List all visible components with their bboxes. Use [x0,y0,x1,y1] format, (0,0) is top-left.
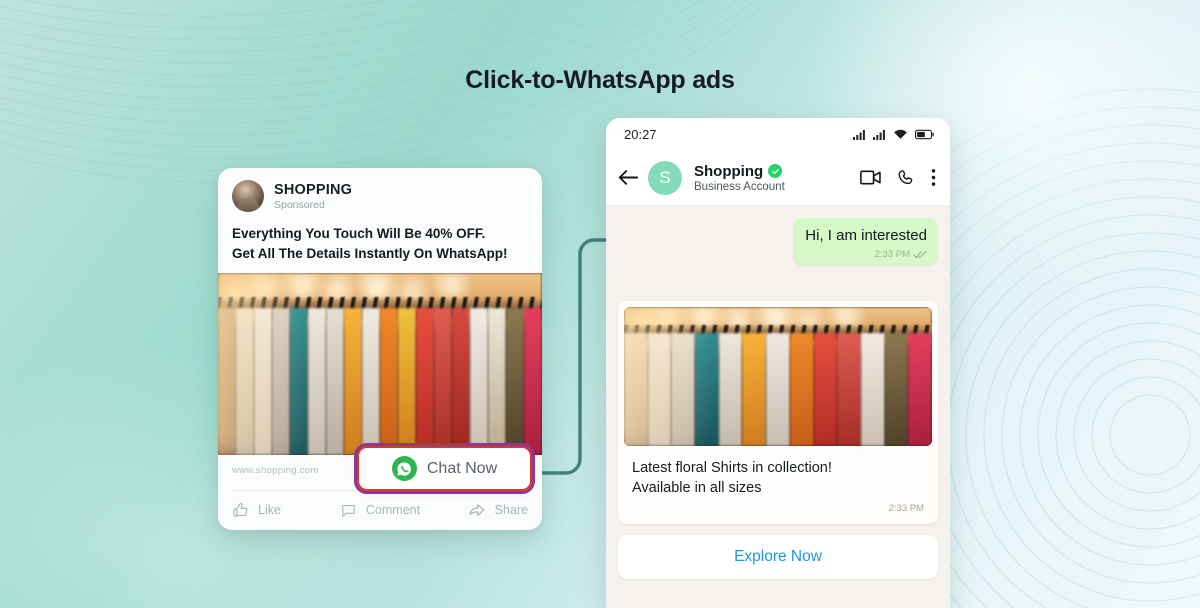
ad-engagement-bar: Like Comment Share [218,491,542,530]
outgoing-message-bubble: Hi, I am interested 2:33 PM [793,218,938,265]
avatar: S [648,160,682,195]
chat-header: S Shopping Business Account [606,150,950,206]
ad-headline-line-1: Everything You Touch Will Be 40% OFF. [232,226,486,241]
contact-name: Shopping [694,162,764,180]
comment-bubble-icon [342,504,355,517]
status-time: 20:27 [624,126,657,142]
sponsored-label: Sponsored [274,198,325,211]
chat-conversation: Hi, I am interested 2:33 PM Latest flora… [606,206,950,608]
ad-copy: Everything You Touch Will Be 40% OFF. Ge… [218,216,542,273]
screenshot-canvas: Click-to-WhatsApp ads SHOPPING Sponsored… [0,0,1200,608]
ad-headline-line-2: Get All The Details Instantly On WhatsAp… [232,245,508,261]
share-arrow-icon [469,504,485,516]
facebook-ad-card: SHOPPING Sponsored Everything You Touch … [218,168,542,530]
phone-status-bar: 20:27 [606,118,950,150]
comment-button[interactable]: Comment [331,501,430,519]
battery-icon [915,129,934,139]
like-label: Like [258,503,281,518]
chat-now-label: Chat Now [426,459,498,477]
chat-now-button[interactable]: Chat Now [354,443,535,494]
advertiser-avatar [232,180,264,212]
verified-badge-icon [768,164,783,178]
comment-label: Comment [365,503,421,518]
outgoing-message-text: Hi, I am interested [805,227,927,244]
incoming-product-message: Latest floral Shirts in collection! Avai… [618,300,938,524]
video-call-icon[interactable] [860,170,881,185]
product-image [624,306,932,446]
share-button[interactable]: Share [429,501,528,519]
double-check-icon [913,250,927,258]
contact-subtitle: Business Account [694,180,785,193]
product-message-line-2: Available in all sizes [632,480,762,497]
whatsapp-icon [391,456,417,481]
back-arrow-icon[interactable] [618,169,638,186]
voice-call-icon[interactable] [897,169,915,187]
signal-icon [853,129,865,140]
whatsapp-phone-mockup: 20:27 S Shopping Business Account Hi, I … [606,118,950,608]
ad-creative-image [218,273,542,456]
like-button[interactable]: Like [232,501,331,519]
ad-header: SHOPPING Sponsored [218,168,542,216]
thumbs-up-icon [233,502,248,517]
wifi-icon [894,129,907,139]
more-options-icon[interactable] [931,168,936,187]
page-title: Click-to-WhatsApp ads [465,66,735,94]
advertiser-name: SHOPPING [274,181,353,198]
message-timestamp: 2:33 PM [874,248,910,260]
message-timestamp: 2:33 PM [888,502,924,514]
signal-icon [873,129,885,140]
product-message-line-1: Latest floral Shirts in collection! [632,459,832,476]
explore-now-button[interactable]: Explore Now [618,534,938,579]
share-label: Share [494,503,529,518]
